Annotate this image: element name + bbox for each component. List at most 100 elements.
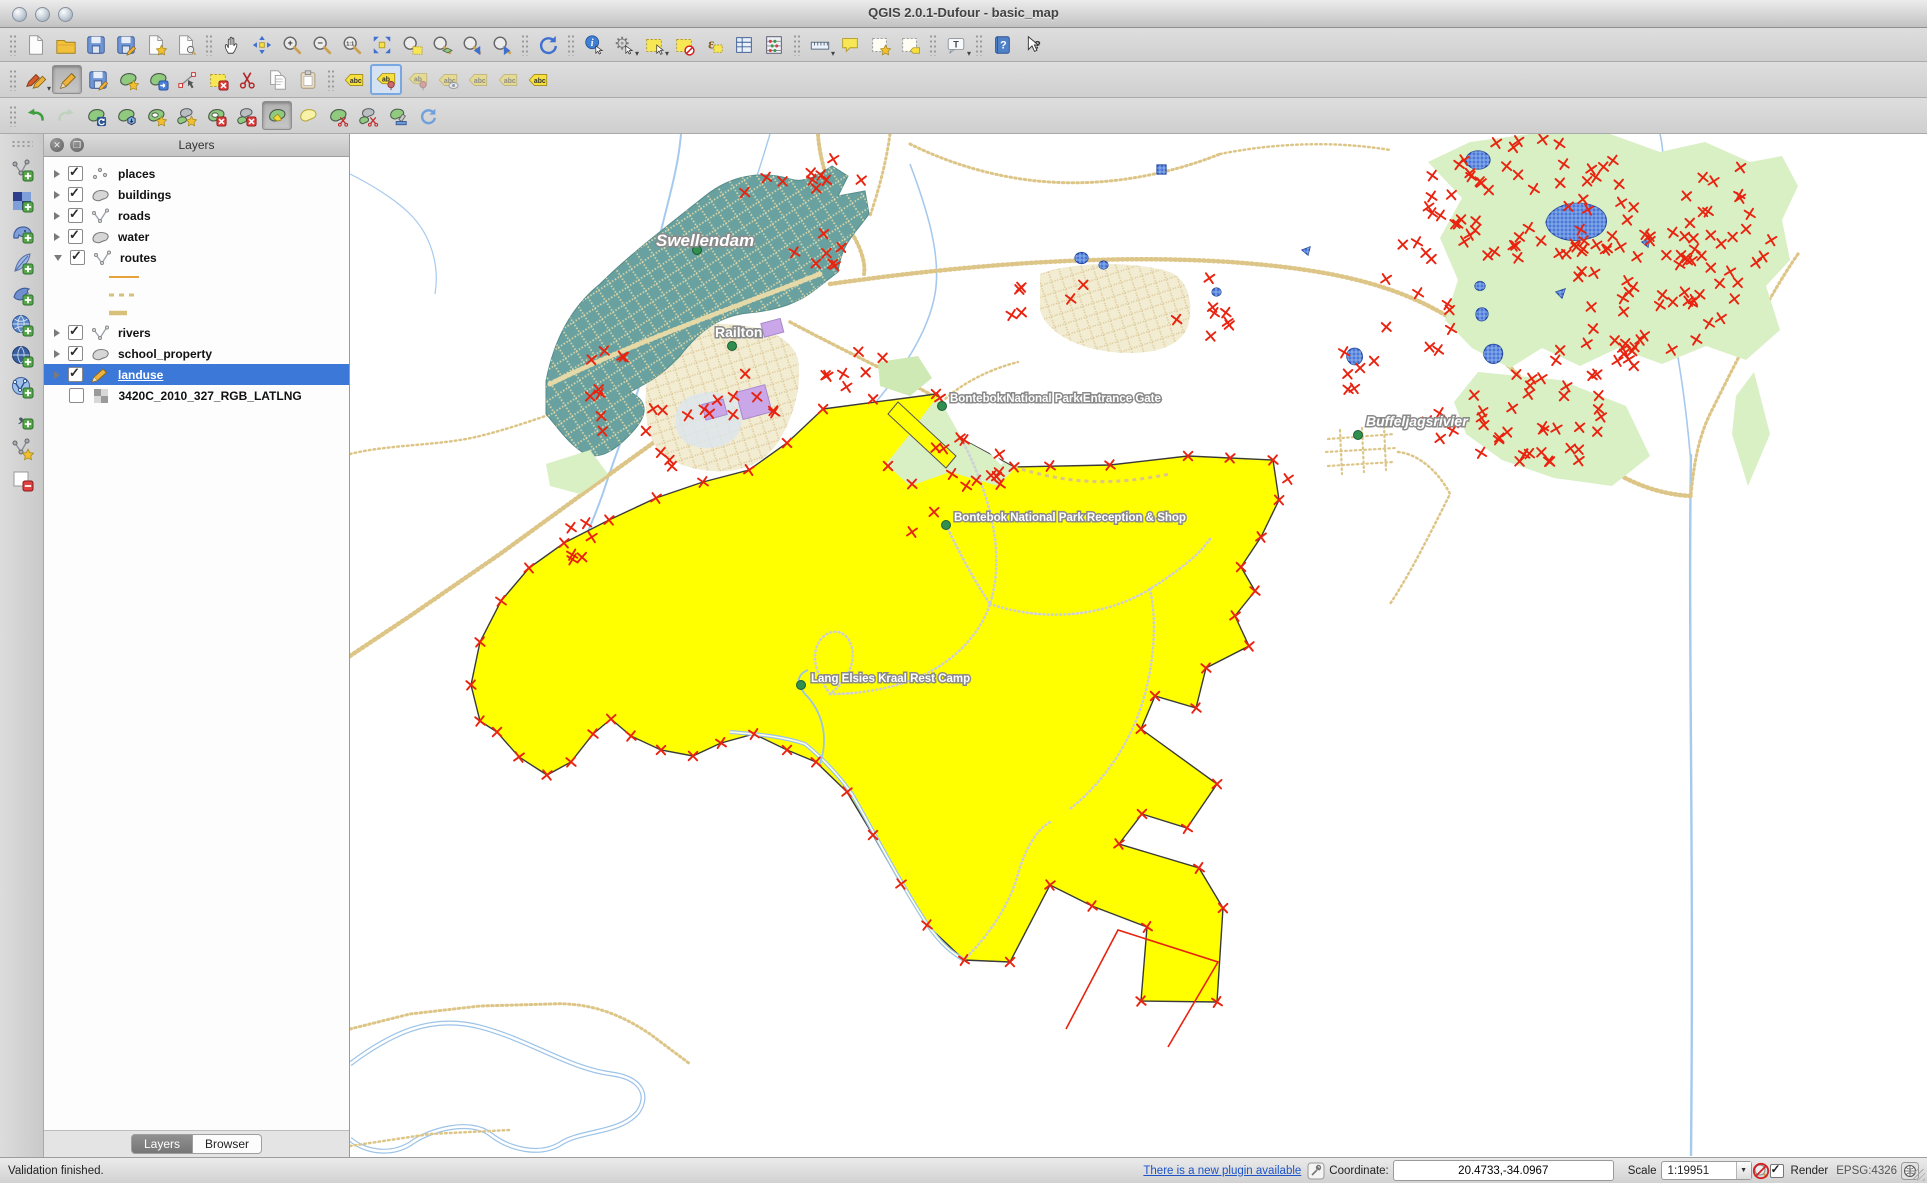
add-mssql-layer-button[interactable] (6, 278, 38, 309)
add-wcs-layer-button[interactable] (6, 340, 38, 371)
zoom-out-button[interactable]: − (308, 31, 336, 58)
cut-features-button[interactable] (234, 66, 262, 93)
remove-layer-button[interactable] (6, 464, 38, 495)
move-feature-button[interactable] (144, 66, 172, 93)
copy-features-button[interactable] (264, 66, 292, 93)
toolbar-drag-handle[interactable] (975, 34, 983, 56)
simplify-feature-button[interactable] (112, 102, 140, 129)
text-annotation-button[interactable]: ▾ (942, 31, 970, 58)
add-wfs-layer-button[interactable] (6, 371, 38, 402)
paste-features-button[interactable] (294, 66, 322, 93)
toolbar-drag-handle[interactable] (567, 34, 575, 56)
map-refresh-button[interactable] (534, 31, 562, 58)
zoom-next-button[interactable] (488, 31, 516, 58)
float-panel-icon[interactable]: ❐ (70, 138, 84, 152)
label-show-hide-button[interactable] (434, 66, 462, 93)
stop-render-icon[interactable] (1752, 1162, 1770, 1180)
select-by-expression-button[interactable] (700, 31, 728, 58)
zoom-last-button[interactable] (458, 31, 486, 58)
layer-visibility-checkbox[interactable] (68, 187, 83, 202)
layer-item-3420C_2010_327_RGB_LATLNG[interactable]: 3420C_2010_327_RGB_LATLNG (44, 385, 349, 406)
add-delimited-text-layer-button[interactable] (6, 402, 38, 433)
split-parts-button[interactable] (354, 102, 382, 129)
deselect-features-button[interactable] (670, 31, 698, 58)
add-postgis-layer-button[interactable] (6, 216, 38, 247)
undo-button[interactable] (22, 102, 50, 129)
panel-tab-layers[interactable]: Layers (131, 1134, 193, 1154)
layer-visibility-checkbox[interactable] (70, 250, 85, 265)
delete-ring-button[interactable] (202, 102, 230, 129)
toolbar-drag-handle[interactable] (9, 105, 17, 127)
help-contents-button[interactable] (988, 31, 1016, 58)
toolbar-drag-handle[interactable] (9, 69, 17, 91)
layer-item-places[interactable]: places (44, 163, 349, 184)
toolbar-drag-handle[interactable] (9, 34, 17, 56)
new-bookmark-button[interactable] (866, 31, 894, 58)
layer-item-school_property[interactable]: school_property (44, 343, 349, 364)
expander-icon[interactable] (54, 212, 60, 220)
save-layer-edits-button[interactable] (84, 66, 112, 93)
delete-selected-button[interactable] (204, 66, 232, 93)
toolbar-drag-handle[interactable] (11, 140, 33, 148)
new-shapefile-layer-button[interactable]: ▾ (6, 433, 38, 464)
layer-visibility-checkbox[interactable] (69, 388, 84, 403)
whats-this-button[interactable]: ? (1018, 31, 1046, 58)
zoom-to-layer-button[interactable] (428, 31, 456, 58)
layer-visibility-checkbox[interactable] (68, 229, 83, 244)
toolbar-drag-handle[interactable] (327, 69, 335, 91)
expander-icon[interactable] (54, 329, 60, 337)
expander-icon[interactable] (54, 371, 60, 379)
render-checkbox[interactable] (1770, 1164, 1784, 1178)
new-print-composer-button[interactable] (142, 31, 170, 58)
current-edits-button[interactable]: ▾ (22, 66, 50, 93)
pan-to-selection-button[interactable] (248, 31, 276, 58)
add-spatialite-layer-button[interactable] (6, 247, 38, 278)
resize-grip[interactable] (1913, 1169, 1925, 1181)
reshape-features-button[interactable] (262, 101, 292, 130)
toolbar-drag-handle[interactable] (521, 34, 529, 56)
expander-icon[interactable] (54, 191, 60, 199)
layer-visibility-checkbox[interactable] (68, 166, 83, 181)
panel-tab-browser[interactable]: Browser (193, 1134, 262, 1154)
scale-combo[interactable]: 1:19951 ▼ (1661, 1161, 1752, 1180)
layer-item-water[interactable]: water (44, 226, 349, 247)
labeling-button[interactable] (340, 66, 368, 93)
save-project-as-button[interactable] (112, 31, 140, 58)
redo-button[interactable] (52, 102, 80, 129)
pan-map-button[interactable] (218, 31, 246, 58)
toggle-editing-button[interactable] (52, 65, 82, 94)
label-move-button[interactable] (464, 66, 492, 93)
close-panel-icon[interactable]: ✕ (50, 138, 64, 152)
layer-visibility-checkbox[interactable] (68, 325, 83, 340)
expander-icon[interactable] (54, 350, 60, 358)
label-rotate-button[interactable] (494, 66, 522, 93)
layer-visibility-checkbox[interactable] (68, 346, 83, 361)
layer-item-rivers[interactable]: rivers (44, 322, 349, 343)
add-part-button[interactable] (172, 102, 200, 129)
new-project-button[interactable] (22, 31, 50, 58)
expander-icon[interactable] (54, 170, 60, 178)
layer-visibility-checkbox[interactable] (68, 208, 83, 223)
measure-button[interactable]: ▾ (806, 31, 834, 58)
zoom-native-button[interactable]: 1:1 (338, 31, 366, 58)
expander-icon[interactable] (54, 233, 60, 241)
open-project-button[interactable] (52, 31, 80, 58)
label-pin-button[interactable] (370, 64, 402, 95)
label-unpin-button[interactable] (404, 66, 432, 93)
merge-features-button[interactable] (384, 102, 412, 129)
add-raster-layer-button[interactable] (6, 185, 38, 216)
add-vector-layer-button[interactable] (6, 154, 38, 185)
save-project-button[interactable] (82, 31, 110, 58)
layer-item-buildings[interactable]: buildings (44, 184, 349, 205)
show-bookmarks-button[interactable] (896, 31, 924, 58)
label-properties-button[interactable] (524, 66, 552, 93)
toolbar-drag-handle[interactable] (205, 34, 213, 56)
node-tool-button[interactable] (174, 66, 202, 93)
layer-visibility-checkbox[interactable] (68, 367, 83, 382)
identify-features-button[interactable] (580, 31, 608, 58)
map-canvas[interactable]: SwellendamRailtonBontebok National Park … (350, 134, 1927, 1157)
run-feature-action-button[interactable]: ▾ (610, 31, 638, 58)
toolbar-drag-handle[interactable] (929, 34, 937, 56)
delete-part-button[interactable] (232, 102, 260, 129)
scale-dropdown-icon[interactable]: ▼ (1736, 1162, 1751, 1179)
